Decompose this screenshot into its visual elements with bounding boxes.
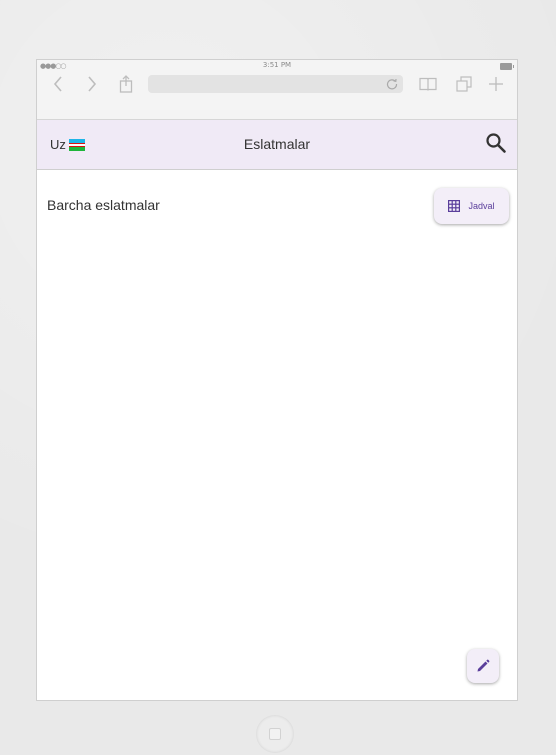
status-bar: ●●●○○ 3:51 PM <box>37 60 517 72</box>
notes-content: Barcha eslatmalar Jadval <box>37 170 517 700</box>
section-title: Barcha eslatmalar <box>47 197 160 213</box>
table-view-label: Jadval <box>468 201 495 211</box>
search-icon <box>486 133 506 153</box>
page-title: Eslatmalar <box>243 136 311 152</box>
browser-toolbar <box>37 72 517 100</box>
table-view-button[interactable]: Jadval <box>434 188 509 224</box>
home-button[interactable] <box>256 715 294 753</box>
battery-icon <box>500 63 514 70</box>
app-header: Uz Eslatmalar <box>37 120 517 170</box>
new-note-button[interactable] <box>467 649 499 683</box>
new-tab-icon[interactable] <box>485 73 507 95</box>
home-square-icon <box>269 728 281 740</box>
pencil-icon <box>477 659 490 672</box>
bookmarks-icon[interactable] <box>417 73 439 95</box>
grid-icon <box>448 200 461 212</box>
search-button[interactable] <box>485 132 507 154</box>
address-bar[interactable] <box>148 75 403 93</box>
page: ●●●○○ 3:51 PM Uz Eslatmalar Barcha eslat… <box>0 0 556 755</box>
back-icon[interactable] <box>47 73 69 95</box>
tablet-screen: ●●●○○ 3:51 PM Uz Eslatmalar Barcha eslat… <box>36 59 518 701</box>
tabs-icon[interactable] <box>453 73 475 95</box>
share-icon[interactable] <box>115 73 137 95</box>
browser-chrome: ●●●○○ 3:51 PM <box>37 60 517 120</box>
forward-icon[interactable] <box>81 73 103 95</box>
status-time: 3:51 PM <box>262 61 292 69</box>
reload-icon[interactable] <box>385 77 399 91</box>
